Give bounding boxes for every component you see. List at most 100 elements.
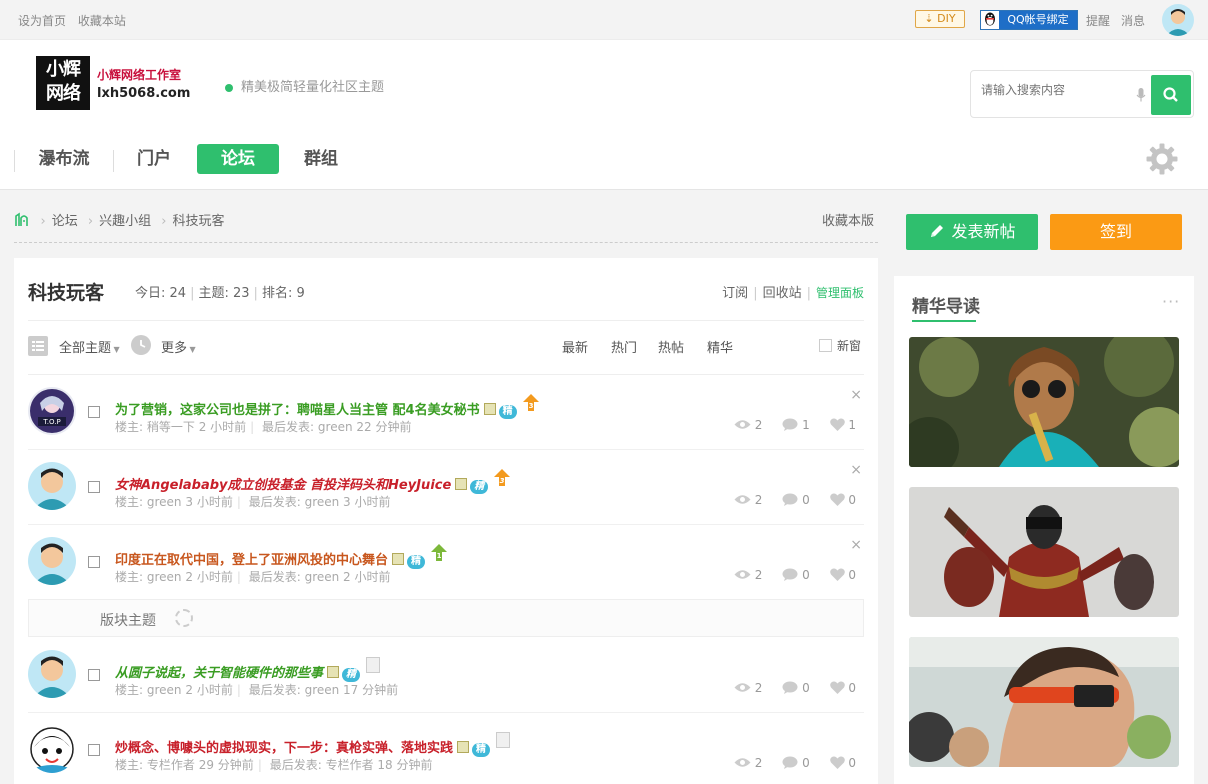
thread-checkbox[interactable] <box>88 669 100 681</box>
breadcrumb-separator: › <box>161 214 167 229</box>
bookmark-site-link[interactable]: 收藏本站 <box>78 14 126 28</box>
likes-count: 0 <box>848 568 856 582</box>
close-icon[interactable]: × <box>850 387 862 403</box>
new-post-button[interactable]: 发表新帖 <box>906 214 1038 250</box>
digest-image-woman-sunglasses[interactable] <box>909 337 1179 467</box>
author-name[interactable]: 稍等一下 <box>147 420 195 434</box>
thread-row[interactable]: 女神Angelababy成立创投基金 首投洋码头和HeyJuice 精 3 楼主: … <box>28 450 864 525</box>
last-post-info[interactable]: green 3 小时前 <box>305 495 391 509</box>
replies-stat: 0 <box>782 568 810 582</box>
top-links: 设为首页 收藏本站 <box>18 12 134 29</box>
subscribe-link[interactable]: 订阅 <box>722 286 748 301</box>
thread-title-link[interactable]: 为了营销，这家公司也是拼了：聘喵星人当主管 配4名美女秘书 精 3 <box>115 394 539 419</box>
author-avatar[interactable]: T.O.P <box>28 387 76 435</box>
board-topics-separator: 版块主题 <box>28 599 864 637</box>
tab-hot[interactable]: 热门 <box>611 337 637 356</box>
recycle-bin-link[interactable]: 回收站 <box>763 286 802 301</box>
thread-checkbox[interactable] <box>88 556 100 568</box>
author-avatar[interactable] <box>28 650 76 698</box>
thread-checkbox[interactable] <box>88 406 100 418</box>
last-post-info[interactable]: 专栏作者 18 分钟前 <box>326 758 433 772</box>
last-post-info[interactable]: green 22 分钟前 <box>318 420 412 434</box>
gear-icon[interactable] <box>1145 142 1179 176</box>
views-stat: 2 <box>734 418 762 432</box>
breadcrumb: › 论坛 › 兴趣小组 › 科技玩客 <box>14 210 224 229</box>
upvote-level: 1 <box>437 552 442 560</box>
more-dropdown[interactable]: 更多 ▼ <box>161 337 196 356</box>
microphone-icon[interactable] <box>1136 87 1146 103</box>
last-post-info[interactable]: green 17 分钟前 <box>305 683 399 697</box>
digest-badge: 精 <box>472 743 491 757</box>
thread-row[interactable]: 炒概念、博噱头的虚拟现实，下一步：真枪实弹、落地实践 精 楼主: 专栏作者 29 … <box>28 713 864 784</box>
thread-title-link[interactable]: 炒概念、博噱头的虚拟现实，下一步：真枪实弹、落地实践 精 <box>115 732 511 757</box>
thread-row[interactable]: 从圆子说起，关于智能硬件的那些事 精 楼主: green 2 小时前 | 最后发表:… <box>28 638 864 713</box>
search-input[interactable] <box>981 83 1131 97</box>
author-name[interactable]: green <box>147 570 182 584</box>
qq-bind-button[interactable]: QQ帐号绑定 <box>980 10 1078 30</box>
favorite-board-link[interactable]: 收藏本版 <box>822 210 874 229</box>
tab-digest[interactable]: 精华 <box>707 337 733 356</box>
search-box <box>970 70 1194 118</box>
new-window-checkbox[interactable] <box>819 339 832 352</box>
list-view-icon[interactable] <box>28 336 48 356</box>
more-dots-icon[interactable]: ··· <box>1162 292 1180 311</box>
remind-link[interactable]: 提醒 <box>1086 12 1110 29</box>
user-avatar[interactable] <box>1162 4 1194 36</box>
caret-down-icon: ▼ <box>187 345 196 354</box>
thread-title-link[interactable]: 女神Angelababy成立创投基金 首投洋码头和HeyJuice 精 3 <box>115 469 511 494</box>
thread-title-link[interactable]: 印度正在取代中国，登上了亚洲风投的中心舞台 精 1 <box>115 544 448 569</box>
thread-title-link[interactable]: 从圆子说起，关于智能硬件的那些事 精 <box>115 657 381 682</box>
comment-icon <box>782 418 798 431</box>
close-icon[interactable]: × <box>850 537 862 553</box>
eye-icon <box>734 758 751 767</box>
thread-meta: 楼主: 专栏作者 29 分钟前 | 最后发表: 专栏作者 18 分钟前 <box>115 758 433 772</box>
sign-in-label: 签到 <box>1099 222 1132 241</box>
breadcrumb-forum[interactable]: 论坛 <box>52 214 78 229</box>
sign-in-button[interactable]: 签到 <box>1050 214 1182 250</box>
last-post-info[interactable]: green 2 小时前 <box>305 570 391 584</box>
thread-row[interactable]: 印度正在取代中国，登上了亚洲风投的中心舞台 精 1 楼主: green 2 小时前 |… <box>28 525 864 600</box>
close-icon[interactable]: × <box>850 462 862 478</box>
clock-icon[interactable] <box>131 335 151 355</box>
image-attachment-icon <box>455 478 468 490</box>
author-name[interactable]: green <box>147 683 182 697</box>
digest-image-vr-soldier[interactable] <box>909 487 1179 617</box>
digest-image-smart-glasses[interactable] <box>909 637 1179 767</box>
comment-icon <box>782 493 798 506</box>
thread-checkbox[interactable] <box>88 481 100 493</box>
author-avatar[interactable] <box>28 462 76 510</box>
tab-hot-posts[interactable]: 热帖 <box>658 337 684 356</box>
new-window-toggle[interactable]: 新窗 <box>819 337 861 354</box>
search-button[interactable] <box>1151 75 1191 115</box>
more-label: 更多 <box>161 341 188 356</box>
nav-item-forum[interactable]: 论坛 <box>197 144 279 174</box>
author-avatar[interactable] <box>28 537 76 585</box>
author-label: 楼主: <box>115 495 144 509</box>
breadcrumb-current[interactable]: 科技玩客 <box>172 214 224 229</box>
author-name[interactable]: green <box>147 495 182 509</box>
author-name[interactable]: 专栏作者 <box>147 758 195 772</box>
thread-checkbox[interactable] <box>88 744 100 756</box>
image-attachment-icon <box>483 403 496 415</box>
messages-link[interactable]: 消息 <box>1121 12 1145 29</box>
manage-panel-link[interactable]: 管理面板 <box>816 286 864 300</box>
likes-count: 1 <box>848 418 856 432</box>
today-label: 今日: <box>135 286 166 301</box>
author-avatar[interactable] <box>28 725 76 773</box>
all-topics-dropdown[interactable]: 全部主题 ▼ <box>59 337 120 356</box>
heart-icon <box>829 756 845 769</box>
site-logo[interactable]: 小辉 网络 小辉网络工作室 lxh5068.com <box>36 56 190 112</box>
diy-button[interactable]: ⇣ DIY <box>915 10 965 28</box>
breadcrumb-interest-group[interactable]: 兴趣小组 <box>99 214 151 229</box>
set-home-link[interactable]: 设为首页 <box>18 14 66 28</box>
new-post-label: 发表新帖 <box>951 222 1016 241</box>
thread-row[interactable]: T.O.P 为了营销，这家公司也是拼了：聘喵星人当主管 配4名美女秘书 精 3 楼主… <box>28 375 864 450</box>
nav-item-waterfall[interactable]: 瀑布流 <box>28 144 100 174</box>
likes-stat: 0 <box>829 568 856 582</box>
tab-latest[interactable]: 最新 <box>562 337 588 356</box>
nav-item-groups[interactable]: 群组 <box>293 144 349 174</box>
thread-filter-bar: 全部主题 ▼ 更多 ▼ 最新 热门 热帖 精华 新窗 <box>28 334 864 358</box>
home-icon[interactable] <box>14 212 35 229</box>
nav-item-portal[interactable]: 门户 <box>126 144 182 174</box>
search-icon <box>1163 87 1178 102</box>
